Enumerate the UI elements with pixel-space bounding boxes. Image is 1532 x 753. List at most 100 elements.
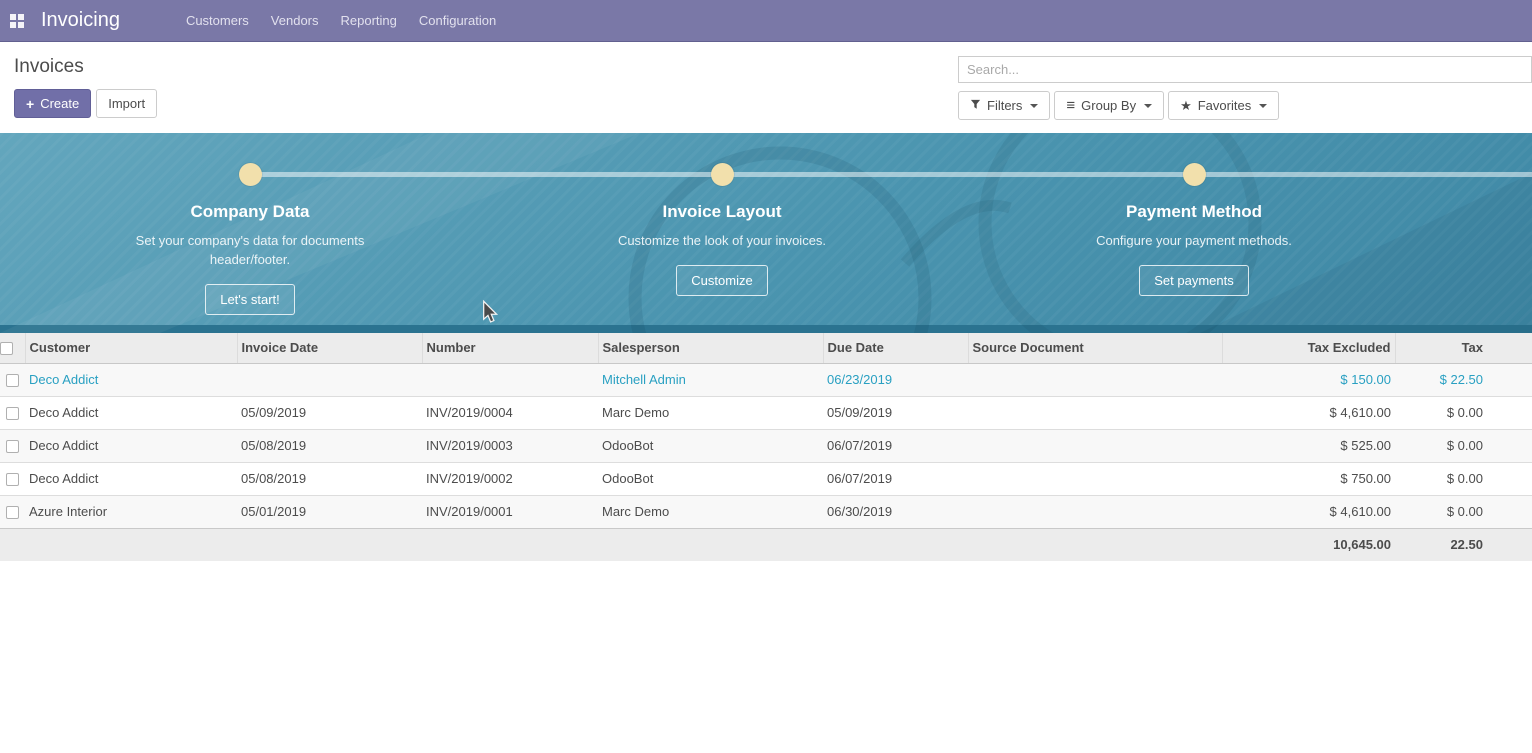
- row-checkbox[interactable]: [6, 407, 19, 420]
- footer-spacer: [0, 528, 1222, 561]
- footer-tax-excluded-total: 10,645.00: [1222, 528, 1395, 561]
- group-by-button[interactable]: ≡ Group By: [1054, 91, 1164, 120]
- cell-customer: Deco Addict: [25, 363, 237, 396]
- top-navbar: Invoicing Customers Vendors Reporting Co…: [0, 0, 1532, 42]
- apps-menu-icon[interactable]: [8, 12, 26, 30]
- import-button[interactable]: Import: [96, 89, 157, 118]
- cell-salesperson: OdooBot: [598, 462, 823, 495]
- row-checkbox[interactable]: [6, 374, 19, 387]
- row-checkbox[interactable]: [6, 473, 19, 486]
- column-header-customer[interactable]: Customer: [25, 333, 237, 363]
- cell-salesperson: Mitchell Admin: [598, 363, 823, 396]
- page-title: Invoices: [14, 56, 157, 78]
- step-title: Payment Method: [958, 202, 1430, 222]
- cell-invoice-date: [237, 363, 422, 396]
- cell-tax-excluded: $ 4,610.00: [1222, 495, 1395, 528]
- import-button-label: Import: [108, 96, 145, 111]
- cell-tax: $ 0.00: [1395, 462, 1532, 495]
- cell-salesperson: OdooBot: [598, 429, 823, 462]
- cell-due-date: 06/07/2019: [823, 429, 968, 462]
- menu-vendors[interactable]: Vendors: [260, 0, 330, 42]
- table-header-row: Customer Invoice Date Number Salesperson…: [0, 333, 1532, 363]
- plus-icon: +: [26, 97, 34, 111]
- cell-source-document: [968, 396, 1222, 429]
- column-header-tax-excluded[interactable]: Tax Excluded: [1222, 333, 1395, 363]
- cell-tax-excluded: $ 4,610.00: [1222, 396, 1395, 429]
- row-checkbox[interactable]: [6, 440, 19, 453]
- cell-tax-excluded: $ 525.00: [1222, 429, 1395, 462]
- step-title: Company Data: [14, 202, 486, 222]
- favorites-button-label: Favorites: [1198, 98, 1251, 113]
- filters-button-label: Filters: [987, 98, 1022, 113]
- cell-due-date: 06/07/2019: [823, 462, 968, 495]
- table-footer-row: 10,645.00 22.50: [0, 528, 1532, 561]
- column-header-due-date[interactable]: Due Date: [823, 333, 968, 363]
- cell-customer: Azure Interior: [25, 495, 237, 528]
- chevron-down-icon: [1144, 104, 1152, 108]
- menu-customers[interactable]: Customers: [175, 0, 260, 42]
- column-header-source-document[interactable]: Source Document: [968, 333, 1222, 363]
- table-row[interactable]: Deco Addict Mitchell Admin 06/23/2019 $ …: [0, 363, 1532, 396]
- main-menu: Customers Vendors Reporting Configuratio…: [175, 0, 507, 42]
- favorites-button[interactable]: ★ Favorites: [1168, 91, 1279, 120]
- table-row[interactable]: Deco Addict 05/08/2019 INV/2019/0003 Odo…: [0, 429, 1532, 462]
- step-description: Configure your payment methods.: [1072, 231, 1317, 250]
- column-header-number[interactable]: Number: [422, 333, 598, 363]
- cell-source-document: [968, 429, 1222, 462]
- column-header-salesperson[interactable]: Salesperson: [598, 333, 823, 363]
- cell-tax: $ 0.00: [1395, 396, 1532, 429]
- step-dot-icon: [711, 163, 734, 186]
- cell-due-date: 06/30/2019: [823, 495, 968, 528]
- menu-configuration[interactable]: Configuration: [408, 0, 507, 42]
- cell-tax: $ 0.00: [1395, 429, 1532, 462]
- cell-salesperson: Marc Demo: [598, 396, 823, 429]
- set-payments-button[interactable]: Set payments: [1139, 265, 1249, 296]
- cell-invoice-date: 05/08/2019: [237, 429, 422, 462]
- step-dot-icon: [1183, 163, 1206, 186]
- step-title: Invoice Layout: [486, 202, 958, 222]
- search-input[interactable]: [958, 56, 1532, 83]
- cell-tax: $ 0.00: [1395, 495, 1532, 528]
- cell-due-date: 06/23/2019: [823, 363, 968, 396]
- cell-salesperson: Marc Demo: [598, 495, 823, 528]
- cell-tax-excluded: $ 750.00: [1222, 462, 1395, 495]
- menu-reporting[interactable]: Reporting: [330, 0, 408, 42]
- cell-number: INV/2019/0001: [422, 495, 598, 528]
- create-button-label: Create: [40, 96, 79, 111]
- table-row[interactable]: Deco Addict 05/09/2019 INV/2019/0004 Mar…: [0, 396, 1532, 429]
- onboarding-step-payment-method: Payment Method Configure your payment me…: [958, 133, 1430, 296]
- onboarding-step-invoice-layout: Invoice Layout Customize the look of you…: [486, 133, 958, 296]
- step-description: Customize the look of your invoices.: [600, 231, 845, 250]
- cell-customer: Deco Addict: [25, 396, 237, 429]
- cell-number: INV/2019/0003: [422, 429, 598, 462]
- column-header-invoice-date[interactable]: Invoice Date: [237, 333, 422, 363]
- filters-button[interactable]: Filters: [958, 91, 1050, 120]
- cell-tax: $ 22.50: [1395, 363, 1532, 396]
- cell-due-date: 05/09/2019: [823, 396, 968, 429]
- cell-source-document: [968, 462, 1222, 495]
- create-button[interactable]: + Create: [14, 89, 91, 118]
- cell-source-document: [968, 495, 1222, 528]
- star-icon: ★: [1180, 99, 1192, 112]
- select-all-checkbox[interactable]: [0, 342, 13, 355]
- cell-number: INV/2019/0002: [422, 462, 598, 495]
- column-header-tax[interactable]: Tax: [1395, 333, 1532, 363]
- chevron-down-icon: [1259, 104, 1267, 108]
- select-all-header: [0, 333, 25, 363]
- onboarding-banner: Company Data Set your company's data for…: [0, 133, 1532, 333]
- cell-tax-excluded: $ 150.00: [1222, 363, 1395, 396]
- step-dot-icon: [239, 163, 262, 186]
- lets-start-button[interactable]: Let's start!: [205, 284, 295, 315]
- customize-button[interactable]: Customize: [676, 265, 767, 296]
- group-by-button-label: Group By: [1081, 98, 1136, 113]
- row-checkbox[interactable]: [6, 506, 19, 519]
- table-row[interactable]: Azure Interior 05/01/2019 INV/2019/0001 …: [0, 495, 1532, 528]
- cell-invoice-date: 05/01/2019: [237, 495, 422, 528]
- list-icon: ≡: [1066, 98, 1075, 113]
- table-row[interactable]: Deco Addict 05/08/2019 INV/2019/0002 Odo…: [0, 462, 1532, 495]
- app-title[interactable]: Invoicing: [41, 9, 120, 32]
- cell-invoice-date: 05/08/2019: [237, 462, 422, 495]
- step-description: Set your company's data for documents he…: [128, 231, 373, 269]
- onboarding-step-company-data: Company Data Set your company's data for…: [14, 133, 486, 315]
- cell-customer: Deco Addict: [25, 429, 237, 462]
